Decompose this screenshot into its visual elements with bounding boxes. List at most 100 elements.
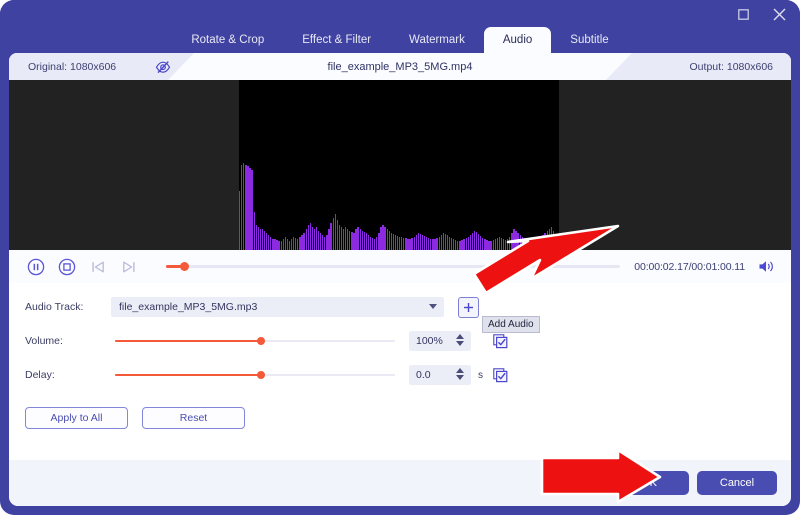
waveform-bar [490, 241, 491, 251]
tab-audio[interactable]: Audio [484, 27, 551, 53]
waveform-bar [372, 238, 373, 250]
seek-handle[interactable] [180, 262, 189, 271]
stepper-arrows[interactable] [456, 368, 464, 380]
delay-slider[interactable] [115, 368, 395, 382]
delay-stepper[interactable]: 0.0 [409, 365, 471, 385]
waveform-bar [428, 238, 429, 250]
pause-circle-icon[interactable] [25, 256, 47, 278]
audio-waveform-chart [239, 155, 559, 250]
waveform-bar [312, 227, 313, 250]
ok-button[interactable]: OK [609, 471, 689, 495]
waveform-bar [391, 233, 392, 250]
volume-handle[interactable] [257, 337, 265, 345]
waveform-bar [532, 241, 533, 251]
waveform-bar [439, 237, 440, 250]
delay-restore-icon[interactable] [491, 366, 509, 384]
waveform-bar [397, 236, 398, 250]
maximize-icon[interactable] [732, 3, 754, 25]
cancel-button[interactable]: Cancel [697, 471, 777, 495]
waveform-bar [445, 234, 446, 250]
close-icon[interactable] [768, 3, 790, 25]
delay-row: Delay: 0.0 s [9, 362, 791, 388]
waveform-bar [553, 231, 554, 250]
stepper-down-icon[interactable] [456, 375, 464, 380]
waveform-bar [256, 225, 257, 250]
waveform-bar [524, 238, 525, 250]
volume-slider[interactable] [115, 334, 395, 348]
waveform-bar [308, 225, 309, 250]
window-controls [732, 3, 790, 25]
tab-rotate-crop[interactable]: Rotate & Crop [172, 27, 283, 53]
speaker-icon[interactable] [755, 256, 777, 278]
delay-label: Delay: [25, 369, 111, 381]
previous-frame-icon[interactable] [87, 256, 109, 278]
volume-stepper[interactable]: 100% [409, 331, 471, 351]
stepper-up-icon[interactable] [456, 368, 464, 373]
stepper-arrows[interactable] [456, 334, 464, 346]
waveform-bar [254, 212, 255, 250]
audio-track-value: file_example_MP3_5MG.mp3 [119, 301, 257, 313]
waveform-bar [266, 233, 267, 250]
waveform-bar [299, 237, 300, 250]
waveform-bar [380, 227, 381, 250]
stepper-up-icon[interactable] [456, 334, 464, 339]
waveform-bar [287, 239, 288, 250]
tab-effect-filter[interactable]: Effect & Filter [283, 27, 390, 53]
waveform-bar [335, 214, 336, 250]
waveform-bar [424, 236, 425, 250]
stepper-down-icon[interactable] [456, 341, 464, 346]
add-audio-button[interactable] [458, 297, 479, 318]
next-frame-icon[interactable] [118, 256, 140, 278]
audio-track-select[interactable]: file_example_MP3_5MG.mp3 [111, 297, 444, 317]
waveform-bar [478, 234, 479, 250]
audio-track-label: Audio Track: [25, 301, 111, 313]
waveform-bar [384, 227, 385, 250]
waveform-bar [472, 233, 473, 250]
waveform-bar [318, 231, 319, 250]
waveform-bar [520, 235, 521, 250]
apply-to-all-button[interactable]: Apply to All [25, 407, 128, 429]
chevron-down-icon [429, 304, 437, 309]
delay-handle[interactable] [257, 371, 265, 379]
volume-value: 100% [416, 335, 443, 347]
waveform-bar [459, 241, 460, 251]
waveform-bar [528, 240, 529, 250]
waveform-bar [322, 235, 323, 250]
reset-button[interactable]: Reset [142, 407, 245, 429]
waveform-bar [364, 232, 365, 250]
tab-subtitle[interactable]: Subtitle [551, 27, 627, 53]
tab-label: Effect & Filter [302, 34, 371, 46]
waveform-bar [457, 241, 458, 251]
waveform-bar [522, 237, 523, 250]
waveform-bar [480, 236, 481, 250]
plus-icon [463, 302, 474, 313]
waveform-bar [422, 235, 423, 250]
waveform-bar [324, 237, 325, 250]
waveform-bar [291, 239, 292, 250]
waveform-bar [347, 229, 348, 250]
seek-slider[interactable] [166, 260, 620, 274]
waveform-bar [258, 227, 259, 250]
waveform-bar [333, 218, 334, 250]
waveform-bar [547, 231, 548, 250]
waveform-bar [395, 235, 396, 250]
waveform-bar [268, 235, 269, 250]
editor-window: Rotate & Crop Effect & Filter Watermark … [0, 0, 800, 515]
waveform-bar [530, 241, 531, 251]
waveform-bar [461, 240, 462, 250]
waveform-bar [538, 238, 539, 250]
eye-off-icon[interactable] [152, 56, 174, 77]
video-preview[interactable] [9, 80, 791, 250]
tab-watermark[interactable]: Watermark [390, 27, 484, 53]
waveform-bar [272, 239, 273, 250]
waveform-bar [426, 237, 427, 250]
waveform-bar [370, 237, 371, 250]
waveform-bar [497, 238, 498, 250]
waveform-bar [316, 227, 317, 250]
waveform-bar [360, 229, 361, 250]
stop-circle-icon[interactable] [56, 256, 78, 278]
volume-restore-icon[interactable] [491, 332, 509, 350]
waveform-bar [403, 238, 404, 250]
waveform-bar [503, 239, 504, 250]
delay-fill [115, 374, 261, 377]
